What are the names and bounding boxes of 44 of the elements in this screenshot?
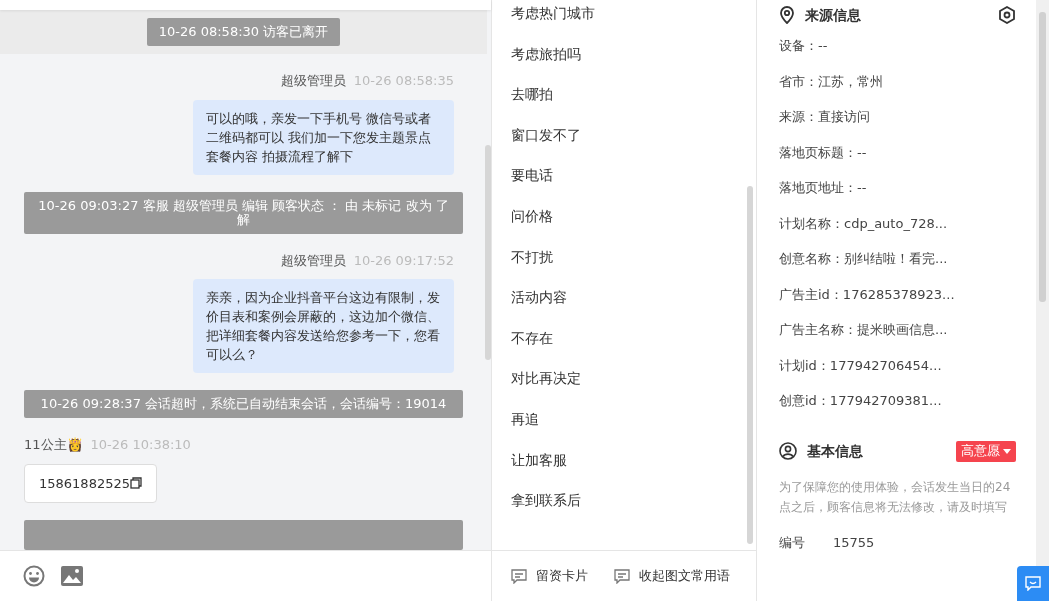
quick-reply-item[interactable]: 考虑热门城市 [511, 2, 756, 26]
message-time: 10-26 08:58:35 [353, 72, 454, 90]
quick-reply-item[interactable]: 活动内容 [511, 286, 756, 310]
info-field: 广告主id：176285378923... [779, 284, 1016, 304]
quick-reply-item[interactable]: 去哪拍 [511, 83, 756, 107]
info-field: 广告主名称：提米映画信息... [779, 320, 1016, 340]
message-bubble: 可以的哦，亲发一下手机号 微信号或者二维码都可以 我们加一下您发主题景点套餐内容 拍摄流程了解下 [193, 99, 454, 175]
info-field: 创意id：177942709381... [779, 391, 1016, 411]
quick-reply-item[interactable]: 让加客服 [511, 448, 756, 473]
message-time: 10-26 10:38:10 [90, 436, 191, 454]
sender-name: 11公主👸 [24, 436, 83, 454]
info-field: 来源：直接访问 [779, 107, 1016, 127]
quick-reply-item[interactable]: 再追 [511, 407, 756, 432]
system-message: 10-26 09:28:37 会话超时，系统已自动结束会话，会话编号：19014 [24, 390, 463, 418]
system-message: 10-26 08:58:30 访客已离开 [146, 18, 341, 46]
toolbar-button[interactable]: 留资卡片 [511, 566, 588, 586]
section-title: 基本信息 [807, 441, 863, 461]
toolbar-button[interactable]: 收起图文常用语 [614, 566, 730, 586]
quick-reply-item[interactable]: 考虑旅拍吗 [511, 42, 756, 67]
quick-reply-item[interactable]: 拿到联系后 [511, 489, 756, 513]
system-message: 10-26 09:03:27 客服 超级管理员 编辑 顾客状态 ： 由 未标记 改为 了解 [24, 191, 463, 234]
info-field: 设备：-- [779, 36, 1016, 56]
info-field: 落地页地址：-- [779, 178, 1016, 198]
intent-dropdown[interactable]: 高意愿 [956, 440, 1016, 462]
quick-reply-item[interactable]: 窗口发不了 [511, 123, 756, 148]
notice-text: 为了保障您的使用体验，会话发生当日的24点之后，顾客信息将无法修改，请及时填写 [779, 478, 1012, 516]
quick-reply-item[interactable]: 要电话 [511, 164, 756, 188]
info-field: 计划名称：cdp_auto_728... [779, 213, 1016, 233]
phone-number: 15861882525 [39, 474, 130, 493]
info-field: 计划id：177942706454... [779, 355, 1016, 375]
quick-reply-item[interactable]: 问价格 [511, 204, 756, 229]
quick-reply-item[interactable]: 不打扰 [511, 245, 756, 270]
info-field: 落地页标题：-- [779, 142, 1016, 162]
sender-name: 超级管理员 [280, 72, 346, 90]
quick-reply-item[interactable]: 对比再决定 [511, 367, 756, 391]
section-title: 来源信息 [805, 5, 861, 25]
sender-name: 超级管理员 [280, 251, 346, 270]
field-label: 编号 [779, 533, 805, 552]
message-time: 10-26 09:17:52 [353, 251, 454, 270]
message-bubble: 亲亲，因为企业抖音平台这边有限制，发价目表和案例会屏蔽的，这边加个微信、把详细套餐内容发送给您参考一下，您看可以么？ [193, 279, 454, 373]
info-field: 创意名称：别纠结啦！看完... [779, 249, 1016, 269]
field-value: 15755 [833, 533, 875, 552]
info-field: 省市：江苏，常州 [779, 71, 1016, 91]
quick-reply-item[interactable]: 不存在 [511, 326, 756, 351]
